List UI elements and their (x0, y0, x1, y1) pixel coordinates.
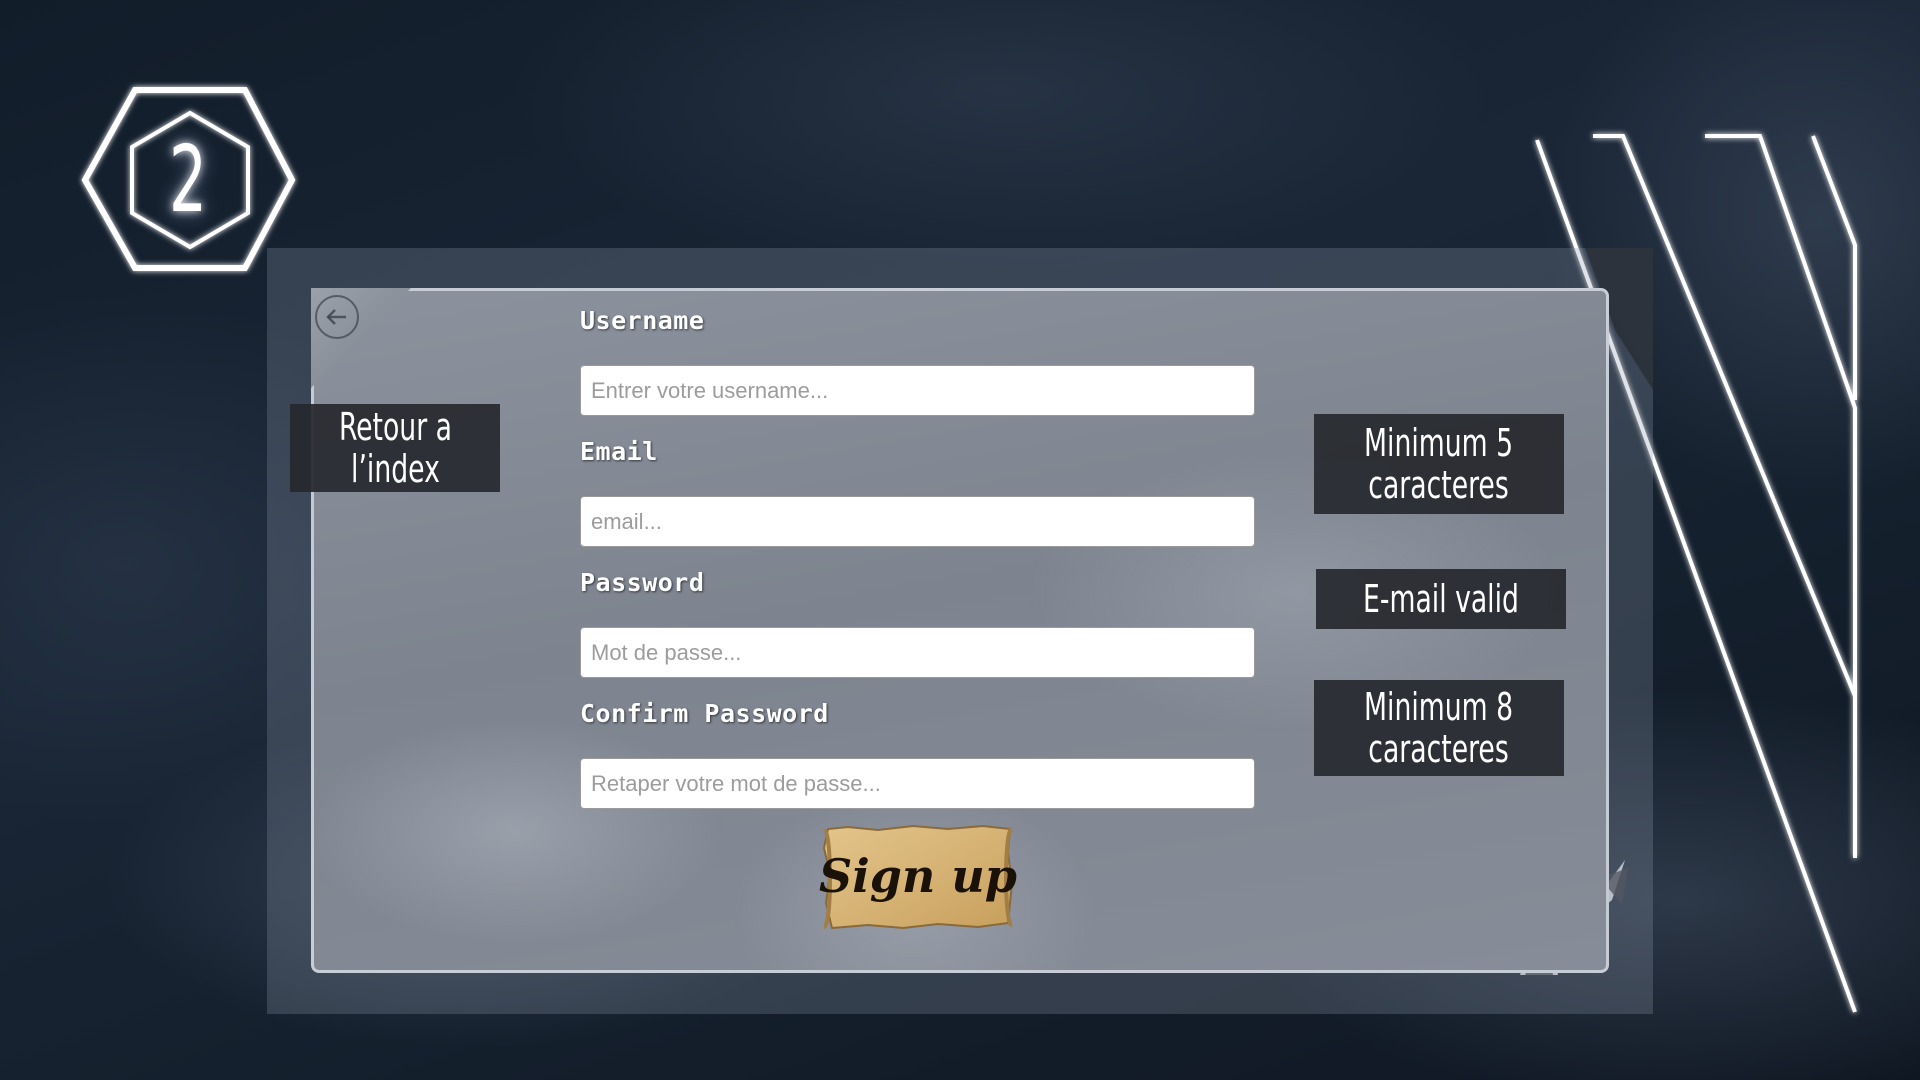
confirm-password-label: Confirm Password (580, 699, 829, 728)
email-hint-text: E-mail valid (1363, 577, 1519, 621)
password-hint-text: Minimum 8 caracteres (1364, 685, 1514, 771)
password-input[interactable] (580, 627, 1255, 678)
username-hint-text: Minimum 5 caracteres (1364, 421, 1514, 507)
step-number: 2 (169, 126, 207, 233)
signup-button[interactable] (818, 823, 1018, 931)
password-label: Password (580, 568, 705, 597)
back-callout-text: Retour a l’index (338, 405, 452, 491)
username-hint: Minimum 5 caracteres (1314, 414, 1564, 514)
password-hint: Minimum 8 caracteres (1314, 680, 1564, 776)
back-button[interactable] (315, 295, 359, 339)
email-input[interactable] (580, 496, 1255, 547)
back-callout: Retour a l’index (290, 404, 500, 492)
confirm-password-input[interactable] (580, 758, 1255, 809)
email-label: Email (580, 437, 658, 466)
arrow-left-circle-icon (326, 309, 346, 325)
username-input[interactable] (580, 365, 1255, 416)
email-hint: E-mail valid (1316, 569, 1566, 629)
username-label: Username (580, 306, 705, 335)
